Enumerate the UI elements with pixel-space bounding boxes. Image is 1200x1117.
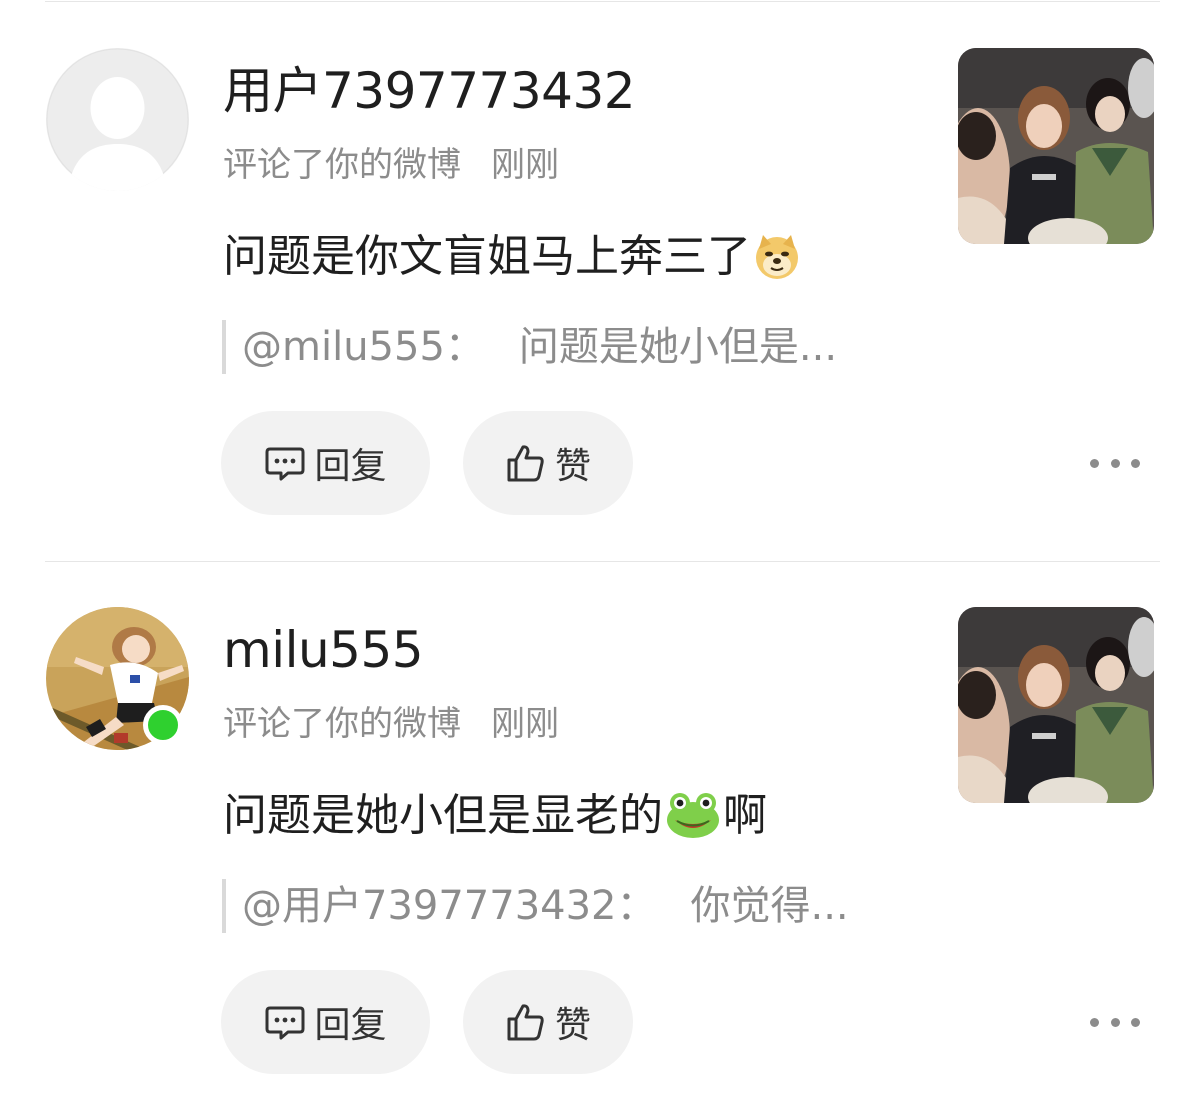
more-dot [1110, 1017, 1120, 1027]
action-text: 评论了你的微博 [223, 145, 461, 185]
quote-mention[interactable]: @milu555： [242, 324, 485, 370]
reply-button[interactable]: 回复 [221, 970, 430, 1074]
quote-text: 你觉得... [690, 883, 849, 929]
thumbs-up-icon [507, 1004, 544, 1041]
action-text: 评论了你的微博 [223, 704, 461, 744]
comment-item: 用户7397773432 评论了你的微博 刚刚 问题是你文盲姐马上奔三了 @mil… [0, 0, 1200, 558]
like-button[interactable]: 赞 [463, 970, 633, 1074]
reply-label: 回复 [314, 1005, 387, 1046]
more-dot [1131, 1017, 1140, 1027]
comment-text: 问题是她小但是显老的 啊 [223, 785, 767, 847]
quote-text: 问题是她小但是... [518, 324, 838, 370]
like-label: 赞 [554, 446, 591, 487]
comment-meta: 评论了你的微博 刚刚 [223, 142, 559, 188]
doge-emoji-icon [753, 233, 801, 281]
online-status-indicator [143, 705, 183, 745]
more-options-button[interactable] [1090, 448, 1140, 478]
quoted-comment[interactable]: @用户7397773432： 你觉得... [222, 879, 849, 933]
comment-text: 问题是你文盲姐马上奔三了 [223, 226, 803, 288]
comment-bubble-icon [265, 447, 305, 481]
comment-text-body: 问题是你文盲姐马上奔三了 [223, 231, 751, 282]
more-options-button[interactable] [1090, 1007, 1140, 1037]
comment-bubble-icon [265, 1006, 305, 1040]
more-dot [1090, 458, 1099, 468]
username[interactable]: milu555 [223, 617, 424, 683]
reply-button[interactable]: 回复 [221, 411, 430, 515]
comment-meta: 评论了你的微博 刚刚 [223, 701, 559, 747]
quote-mention[interactable]: @用户7397773432： [242, 883, 657, 929]
more-dot [1110, 458, 1120, 468]
weibo-thumbnail-image[interactable] [958, 48, 1154, 244]
timestamp: 刚刚 [491, 145, 559, 185]
thumbs-up-icon [507, 445, 544, 482]
quoted-comment[interactable]: @milu555： 问题是她小但是... [222, 320, 837, 374]
comment-item: milu555 评论了你的微博 刚刚 问题是她小但是显老的 啊 @用户739777… [0, 559, 1200, 1117]
comment-text-after: 啊 [723, 790, 767, 841]
frog-emoji-icon [665, 792, 721, 840]
avatar[interactable] [46, 48, 189, 191]
like-label: 赞 [554, 1005, 591, 1046]
username[interactable]: 用户7397773432 [223, 58, 636, 124]
more-dot [1131, 458, 1140, 468]
more-dot [1090, 1017, 1099, 1027]
like-button[interactable]: 赞 [463, 411, 633, 515]
comment-text-before: 问题是她小但是显老的 [223, 790, 663, 841]
timestamp: 刚刚 [491, 704, 559, 744]
reply-label: 回复 [314, 446, 387, 487]
weibo-thumbnail-image[interactable] [958, 607, 1154, 803]
